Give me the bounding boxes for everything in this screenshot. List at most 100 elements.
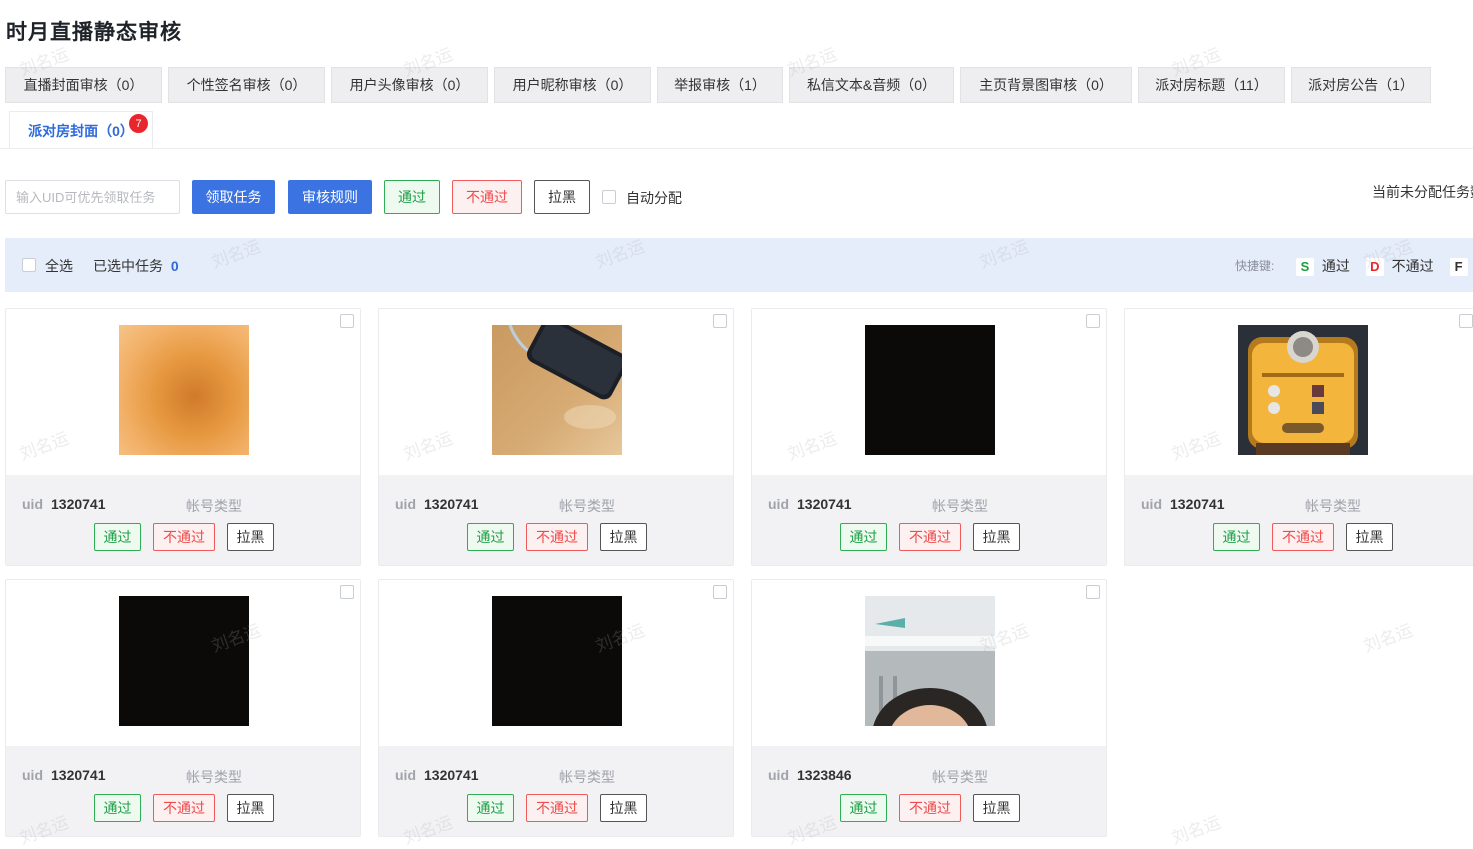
tab-live-cover[interactable]: 直播封面审核（0）	[5, 67, 162, 103]
task-card[interactable]: uid 1320741 帐号类型 通过 不通过 拉黑	[751, 308, 1107, 566]
block-button[interactable]: 拉黑	[227, 794, 274, 822]
reject-button[interactable]: 不通过	[899, 794, 961, 822]
cover-image[interactable]	[865, 325, 995, 455]
selected-count: 0	[170, 258, 179, 274]
tab-avatar[interactable]: 用户头像审核（0）	[331, 67, 488, 103]
selected-count-label: 已选中任务 0	[93, 256, 179, 276]
uid-value: 1323846	[797, 767, 852, 783]
pass-button[interactable]: 通过	[94, 523, 141, 551]
uid-value: 1320741	[424, 496, 479, 512]
watermark-text: 刘名运	[1360, 620, 1416, 657]
task-card[interactable]: uid 1320741 帐号类型 通过 不通过 拉黑	[5, 579, 361, 837]
uid-label: uid	[22, 767, 43, 783]
bulk-reject-button[interactable]: 不通过	[452, 180, 522, 214]
task-card[interactable]: uid 1320741 帐号类型 通过 不通过 拉黑	[5, 308, 361, 566]
tab-report[interactable]: 举报审核（1）	[657, 67, 783, 103]
watermark-text: 刘名运	[1168, 812, 1224, 849]
select-all-checkbox[interactable]	[22, 258, 36, 272]
pass-button[interactable]: 通过	[1213, 523, 1260, 551]
card-checkbox[interactable]	[1459, 314, 1473, 328]
shortcut-label-s: 通过	[1321, 258, 1350, 274]
uid-input[interactable]	[5, 180, 180, 214]
auto-assign-checkbox[interactable]	[602, 190, 616, 204]
uid-value: 1320741	[51, 767, 106, 783]
cover-image[interactable]	[865, 596, 995, 784]
reject-button[interactable]: 不通过	[153, 523, 215, 551]
cover-image[interactable]	[492, 317, 628, 455]
card-footer	[6, 746, 360, 836]
auto-assign-label: 自动分配	[626, 190, 682, 206]
block-button[interactable]: 拉黑	[973, 794, 1020, 822]
tab-nickname[interactable]: 用户昵称审核（0）	[494, 67, 651, 103]
uid-value: 1320741	[797, 496, 852, 512]
card-footer	[752, 746, 1106, 836]
card-checkbox[interactable]	[1086, 314, 1100, 328]
card-footer	[379, 746, 733, 836]
bulk-block-button[interactable]: 拉黑	[534, 180, 590, 214]
cover-image[interactable]	[119, 325, 249, 455]
pass-button[interactable]: 通过	[840, 523, 887, 551]
block-button[interactable]: 拉黑	[227, 523, 274, 551]
reject-button[interactable]: 不通过	[526, 794, 588, 822]
block-button[interactable]: 拉黑	[1346, 523, 1393, 551]
task-card[interactable]: uid 1320741 帐号类型 通过 不通过 拉黑	[378, 579, 734, 837]
card-checkbox[interactable]	[713, 585, 727, 599]
account-type-label: 帐号类型	[1305, 498, 1361, 514]
card-checkbox[interactable]	[713, 314, 727, 328]
card-checkbox[interactable]	[340, 314, 354, 328]
tab-badge: 7	[128, 113, 149, 134]
pass-button[interactable]: 通过	[94, 794, 141, 822]
shortcut-key-s: S	[1296, 258, 1314, 276]
task-card[interactable]: uid 1320741 帐号类型通过 不通过 拉黑	[378, 308, 734, 566]
block-button[interactable]: 拉黑	[973, 523, 1020, 551]
cover-image[interactable]	[492, 596, 622, 726]
shortcut-list: S 通过 D 不通过 F 拉黑	[1296, 256, 1473, 276]
card-footer	[6, 475, 360, 565]
tab-homepage-bg[interactable]: 主页背景图审核（0）	[960, 67, 1132, 103]
reject-button[interactable]: 不通过	[526, 523, 588, 551]
pass-button[interactable]: 通过	[840, 794, 887, 822]
uid-label: uid	[768, 767, 789, 783]
shortcut-label: 快捷键:	[1235, 259, 1275, 273]
uid-label: uid	[768, 496, 789, 512]
tab-private-message[interactable]: 私信文本&音频（0）	[789, 67, 954, 103]
pass-button[interactable]: 通过	[467, 523, 514, 551]
card-checkbox[interactable]	[340, 585, 354, 599]
tab-signature[interactable]: 个性签名审核（0）	[168, 67, 325, 103]
reject-button[interactable]: 不通过	[153, 794, 215, 822]
account-type-label: 帐号类型	[932, 769, 988, 785]
cover-image[interactable]	[1238, 325, 1368, 455]
pass-button[interactable]: 通过	[467, 794, 514, 822]
uid-label: uid	[395, 496, 416, 512]
review-rules-button[interactable]: 审核规则	[288, 180, 372, 214]
task-card[interactable]: uid 1320741 帐号类型 通过 不通过 拉黑	[1124, 308, 1473, 566]
tabs-divider	[0, 148, 1473, 149]
card-footer	[1125, 475, 1473, 565]
task-card[interactable]: uid 1323846 帐号类型通过 不通过 拉黑	[751, 579, 1107, 837]
shortcut-key-d: D	[1365, 258, 1384, 276]
card-checkbox[interactable]	[1086, 585, 1100, 599]
claim-task-button[interactable]: 领取任务	[192, 180, 275, 214]
uid-label: uid	[22, 496, 43, 512]
tab-party-title[interactable]: 派对房标题（11）	[1138, 67, 1285, 103]
card-footer	[752, 475, 1106, 565]
unassigned-task-count: 当前未分配任务数	[1372, 184, 1473, 200]
bulk-pass-button[interactable]: 通过	[384, 180, 440, 214]
reject-button[interactable]: 不通过	[1272, 523, 1334, 551]
uid-value: 1320741	[51, 496, 106, 512]
select-all-label: 全选	[45, 258, 73, 274]
card-footer	[379, 475, 733, 565]
page-title: 时月直播静态审核	[6, 21, 182, 44]
block-button[interactable]: 拉黑	[600, 523, 647, 551]
shortcut-label-d: 不通过	[1391, 258, 1434, 274]
reject-button[interactable]: 不通过	[899, 523, 961, 551]
shortcut-key-f: F	[1449, 258, 1468, 276]
account-type-label: 帐号类型	[559, 498, 615, 514]
uid-label: uid	[395, 767, 416, 783]
selected-prefix: 已选中任务	[93, 258, 163, 274]
block-button[interactable]: 拉黑	[600, 794, 647, 822]
account-type-label: 帐号类型	[559, 769, 615, 785]
cover-image[interactable]	[119, 596, 249, 726]
tab-party-notice[interactable]: 派对房公告（1）	[1291, 67, 1431, 103]
uid-label: uid	[1141, 496, 1162, 512]
